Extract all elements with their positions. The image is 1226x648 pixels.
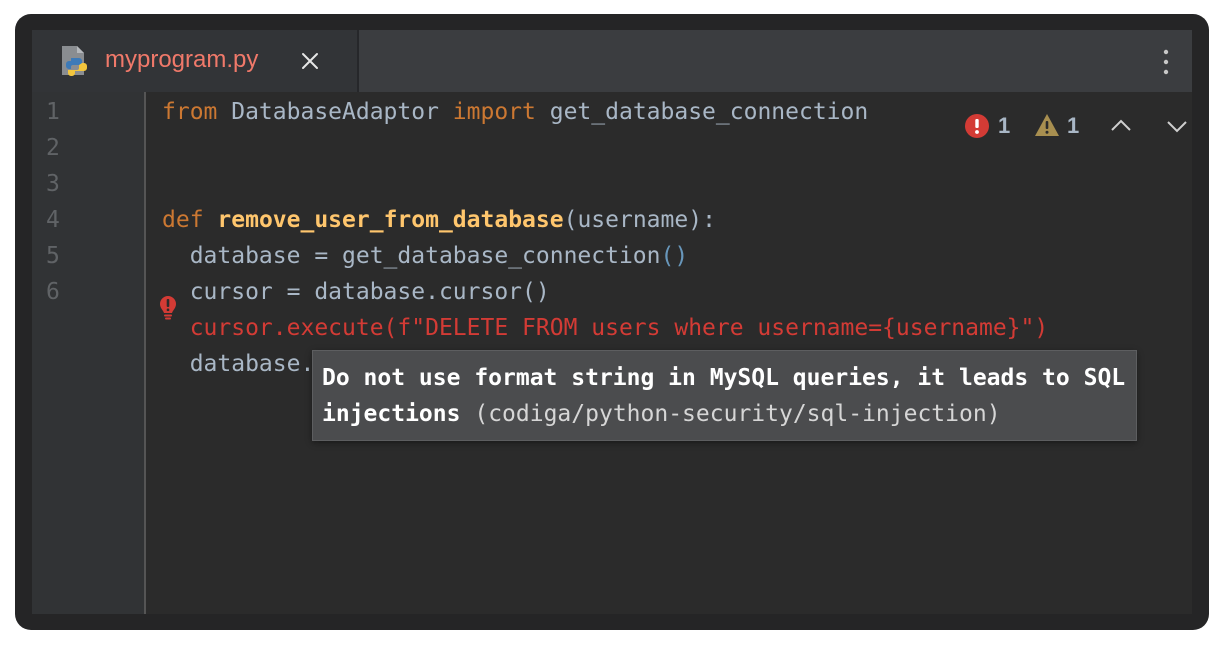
chevron-down-icon[interactable]	[1166, 116, 1188, 136]
code-line-error: cursor.execute(f"DELETE FROM users where…	[162, 315, 1049, 341]
function-params: (username):	[563, 207, 716, 233]
chevron-up-icon[interactable]	[1110, 116, 1132, 136]
tooltip-content: Do not use format string in MySQL querie…	[322, 360, 1132, 432]
gutter-divider	[144, 92, 146, 614]
warning-count: 1	[1067, 113, 1080, 138]
line-number: 2	[46, 135, 60, 161]
code-text: database = get_database_connection	[162, 243, 661, 269]
close-icon[interactable]	[300, 51, 320, 71]
code-line-5: database = get_database_connection()	[162, 238, 689, 274]
keyword-def: def	[162, 207, 204, 233]
line-number: 5	[46, 243, 60, 269]
error-icon[interactable]	[964, 113, 990, 139]
python-file-icon	[62, 46, 87, 76]
line-number: 4	[46, 207, 60, 233]
tab-bar: myprogram.py	[32, 30, 1192, 92]
code-line-4: def remove_user_from_database(username):	[162, 202, 716, 238]
line-number: 3	[46, 171, 60, 197]
line-number: 1	[46, 99, 60, 125]
keyword-import: import	[452, 99, 536, 125]
tab-filename: myprogram.py	[105, 46, 259, 73]
line-number: 6	[46, 279, 60, 305]
error-tooltip: Do not use format string in MySQL querie…	[312, 350, 1137, 441]
inspection-widget: 1 1	[964, 110, 1187, 142]
code-line-1: from DatabaseAdaptor import get_database…	[162, 94, 868, 130]
tab-myprogram[interactable]: myprogram.py	[32, 30, 359, 92]
editor-window: myprogram.py 1 2 3 4 5 6 from DatabaseAd…	[15, 14, 1209, 630]
error-count: 1	[998, 113, 1011, 138]
keyword-from: from	[162, 99, 218, 125]
more-vertical-icon[interactable]	[1160, 48, 1172, 76]
code-line-8: database.	[162, 351, 315, 377]
warning-icon[interactable]	[1034, 113, 1060, 137]
function-name: remove_user_from_database	[217, 207, 564, 233]
code-line-6: cursor = database.cursor()	[162, 279, 550, 305]
module-name: DatabaseAdaptor	[217, 99, 453, 125]
highlighted-parens: ()	[660, 243, 689, 269]
imported-name: get_database_connection	[535, 99, 869, 125]
tooltip-rule-id: (codiga/python-security/sql-injection)	[474, 401, 1001, 427]
